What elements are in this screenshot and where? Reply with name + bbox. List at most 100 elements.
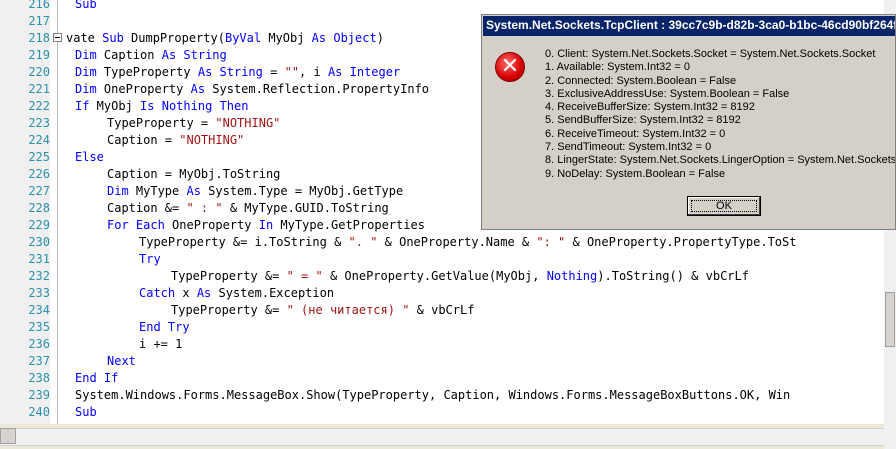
- horizontal-scrollbar[interactable]: [0, 424, 884, 449]
- code-token: ". ": [348, 235, 378, 249]
- code-token: As: [190, 82, 206, 96]
- line-number-text: 224: [28, 133, 50, 147]
- code-token: ): [376, 31, 384, 45]
- code-token: & vbCrLf: [409, 303, 475, 317]
- scroll-left-button[interactable]: [0, 428, 16, 444]
- code-token: In: [258, 218, 274, 232]
- vertical-scrollbar-thumb[interactable]: [885, 292, 895, 347]
- code-token: , i: [299, 65, 328, 79]
- code-token: & OneProperty.GetValue(MyObj,: [322, 269, 547, 283]
- code-token: ByVal: [224, 31, 262, 45]
- code-token: Dim: [75, 82, 97, 96]
- code-token: System.Type = MyObj.GetType: [200, 184, 404, 198]
- collapse-toggle-icon[interactable]: [53, 33, 62, 42]
- message-line: 4. ReceiveBufferSize: System.Int32 = 819…: [545, 101, 755, 114]
- line-number: 238: [0, 370, 50, 387]
- code-token: x: [175, 286, 197, 300]
- code-token: As: [311, 31, 327, 45]
- line-number-text: 219: [28, 48, 50, 62]
- line-number-text: 239: [28, 388, 50, 402]
- line-number: 218: [0, 30, 50, 47]
- dialog-titlebar[interactable]: System.Net.Sockets.TcpClient : 39cc7c9b-…: [483, 16, 895, 36]
- message-line: 8. LingerState: System.Net.Sockets.Linge…: [545, 154, 895, 167]
- code-line: Caption &= " : " & MyType.GUID.ToString: [107, 200, 389, 217]
- code-token: " : ": [186, 201, 223, 215]
- code-line: vate Sub DumpProperty(ByVal MyObj As Obj…: [66, 30, 384, 47]
- code-token: Each: [135, 218, 165, 232]
- code-line: If MyObj Is Nothing Then: [75, 98, 248, 115]
- line-number: 225: [0, 149, 50, 166]
- line-number-text: 240: [28, 405, 50, 419]
- code-line: Sub: [75, 0, 97, 13]
- code-token: i += 1: [139, 337, 183, 351]
- code-token: Object: [333, 31, 377, 45]
- horizontal-scrollbar-track[interactable]: [0, 428, 884, 446]
- dialog-title: System.Net.Sockets.TcpClient : 39cc7c9b-…: [486, 18, 895, 32]
- code-line: Catch x As System.Exception: [139, 285, 334, 302]
- line-number: 228: [0, 200, 50, 217]
- line-number-text: 236: [28, 337, 50, 351]
- code-line: Dim MyType As System.Type = MyObj.GetTyp…: [107, 183, 403, 200]
- code-line: TypeProperty = "NOTHING": [107, 115, 280, 132]
- code-token: MyType.GetProperties: [273, 218, 425, 232]
- error-icon: ✕: [495, 52, 525, 82]
- code-token: End: [75, 371, 97, 385]
- code-line: TypeProperty &= i.ToString & ". " & OneP…: [139, 234, 796, 251]
- code-token: TypeProperty &= i.ToString &: [139, 235, 349, 249]
- code-token: MyObj: [89, 99, 141, 113]
- code-token: "": [284, 65, 300, 79]
- code-line: Dim OneProperty As System.Reflection.Pro…: [75, 81, 429, 98]
- code-token: As: [161, 48, 177, 62]
- ok-button[interactable]: OK: [687, 196, 761, 216]
- code-token: System.Exception: [211, 286, 335, 300]
- code-line: Caption = "NOTHING": [107, 132, 244, 149]
- margin-line: [57, 0, 58, 424]
- code-token: As: [196, 286, 212, 300]
- message-line: 3. ExclusiveAddressUse: System.Boolean =…: [545, 87, 790, 100]
- line-number: 236: [0, 336, 50, 353]
- code-token: Else: [75, 150, 104, 164]
- code-token: DumpProperty(: [123, 31, 225, 45]
- code-token: Sub: [75, 0, 97, 11]
- line-number: 237: [0, 353, 50, 370]
- code-token: If: [103, 371, 119, 385]
- code-token: For: [107, 218, 129, 232]
- code-token: Try: [139, 252, 161, 266]
- code-token: Is: [140, 99, 155, 113]
- line-number-text: 218: [28, 31, 50, 45]
- line-number-text: 217: [28, 14, 50, 28]
- code-token: If: [75, 99, 90, 113]
- line-number: 230: [0, 234, 50, 251]
- code-token: Catch: [139, 286, 176, 300]
- code-token: vate: [66, 31, 103, 45]
- line-number: 222: [0, 98, 50, 115]
- line-number-text: 233: [28, 286, 50, 300]
- code-token: String: [219, 65, 263, 79]
- code-line: Next: [107, 353, 136, 370]
- line-number: 219: [0, 47, 50, 64]
- code-token: MyType: [128, 184, 187, 198]
- code-line: Dim TypeProperty As String = "", i As In…: [75, 64, 400, 81]
- line-number-text: 229: [28, 218, 50, 232]
- code-token: Nothing: [546, 269, 598, 283]
- line-number: 224: [0, 132, 50, 149]
- message-box-dialog: System.Net.Sockets.TcpClient : 39cc7c9b-…: [481, 14, 896, 230]
- code-token: TypeProperty &=: [171, 269, 287, 283]
- code-token: TypeProperty: [96, 65, 198, 79]
- line-number-text: 222: [28, 99, 50, 113]
- code-token: Then: [219, 99, 249, 113]
- code-token: Dim: [75, 65, 97, 79]
- line-number-text: 231: [28, 252, 50, 266]
- line-number-text: 220: [28, 65, 50, 79]
- code-line: System.Windows.Forms.MessageBox.Show(Typ…: [75, 387, 790, 404]
- code-line: Caption = MyObj.ToString: [107, 166, 280, 183]
- code-line: End Try: [139, 319, 190, 336]
- code-token: OneProperty: [164, 218, 259, 232]
- code-token: Nothing: [161, 99, 213, 113]
- line-number-text: 235: [28, 320, 50, 334]
- code-line: Dim Caption As String: [75, 47, 227, 64]
